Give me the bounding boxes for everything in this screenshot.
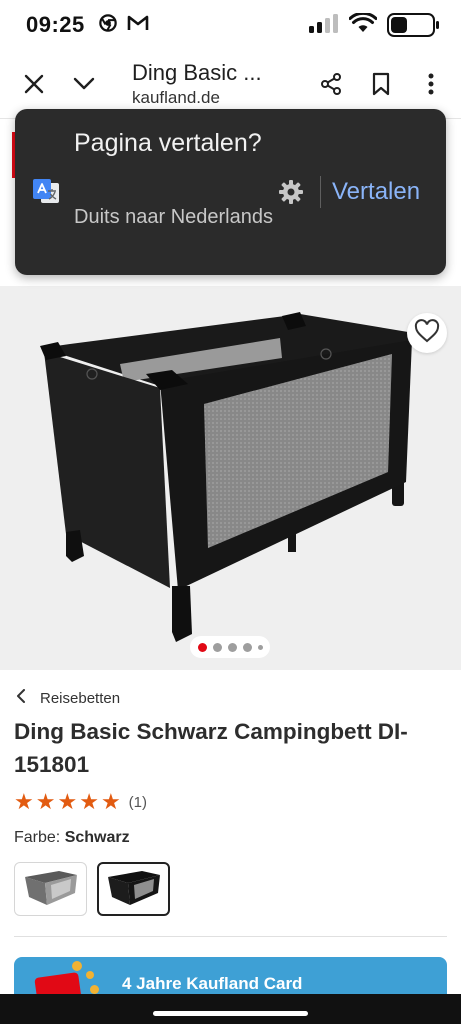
heart-icon <box>414 318 440 348</box>
coin-icon <box>86 971 94 979</box>
carousel-dot[interactable] <box>227 642 237 652</box>
variant-black[interactable] <box>97 862 170 916</box>
signal-icon <box>309 13 339 38</box>
breadcrumb-label: Reisebetten <box>40 689 121 707</box>
translate-languages: Duits naar Nederlands <box>74 206 273 228</box>
home-gesture-handle[interactable] <box>153 1011 308 1016</box>
variant-grey-thumbnail <box>24 871 77 905</box>
browser-toolbar: Ding Basic ... kaufland.de <box>0 50 461 118</box>
product-photo <box>40 312 412 642</box>
star-icon: ★ <box>79 789 99 814</box>
color-label-prefix: Farbe: <box>14 829 61 846</box>
more-vert-icon[interactable] <box>417 70 445 98</box>
share-icon[interactable] <box>317 70 345 98</box>
promo-text: 4 Jahre Kaufland Card <box>122 974 303 993</box>
variant-grey[interactable] <box>14 862 87 916</box>
gear-icon[interactable] <box>277 178 305 211</box>
variant-black-thumbnail <box>107 871 160 905</box>
tab-title-block[interactable]: Ding Basic ... kaufland.de <box>132 59 317 109</box>
star-icon: ★ <box>14 789 34 814</box>
selected-color: Schwarz <box>64 829 130 846</box>
gmail-icon <box>127 14 149 37</box>
close-icon[interactable] <box>20 70 48 98</box>
favorite-button[interactable] <box>407 313 447 353</box>
chrome-icon <box>99 13 117 37</box>
page-title: Ding Basic ... <box>132 60 262 85</box>
carousel-dot[interactable] <box>242 642 252 652</box>
product-title: Ding Basic Schwarz Campingbett DI-151801 <box>14 719 408 777</box>
star-icon: ★ <box>100 789 121 814</box>
wifi-icon <box>348 11 378 38</box>
breadcrumb[interactable]: Reisebetten <box>16 689 120 707</box>
rating-count: (1) <box>128 793 148 811</box>
carousel-indicator <box>190 636 270 658</box>
coin-icon <box>90 985 99 994</box>
status-bar: 09:25 <box>0 0 461 50</box>
chevron-left-icon <box>16 689 26 707</box>
rating-stars: ★ ★ ★ ★ ★ <box>14 791 121 813</box>
star-icon: ★ <box>57 789 78 814</box>
star-icon: ★ <box>35 789 56 814</box>
product-rating[interactable]: ★ ★ ★ ★ ★ (1) <box>14 791 147 813</box>
translate-question: Pagina vertalen? <box>74 129 262 157</box>
bookmark-icon[interactable] <box>367 70 395 98</box>
system-navigation-bar <box>0 994 461 1024</box>
chevron-down-icon[interactable] <box>70 70 98 98</box>
divider <box>14 936 447 937</box>
google-translate-icon <box>31 177 61 212</box>
battery-icon <box>387 13 439 37</box>
carousel-dot[interactable] <box>212 642 222 652</box>
color-label: Farbe: Schwarz <box>14 829 130 847</box>
carousel-dot[interactable] <box>197 642 207 652</box>
product-image-carousel[interactable] <box>0 286 461 670</box>
translate-button[interactable]: Vertalen <box>332 176 420 208</box>
page-url: kaufland.de <box>132 88 220 107</box>
divider <box>320 176 321 208</box>
translate-prompt: Pagina vertalen? Duits naar Nederlands V… <box>15 109 446 275</box>
coin-icon <box>72 961 82 971</box>
carousel-dot[interactable] <box>257 644 263 650</box>
status-time: 09:25 <box>26 12 85 37</box>
